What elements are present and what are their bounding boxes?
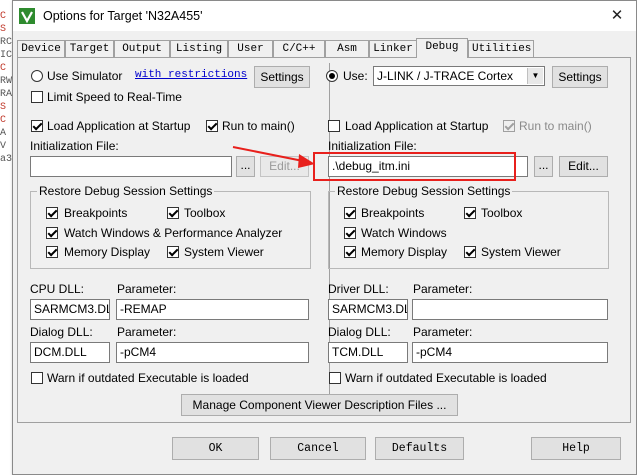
tab-linker[interactable]: Linker	[369, 40, 417, 57]
use-target-label: Use:	[343, 69, 368, 83]
cpu-dll-label: CPU DLL:	[30, 282, 85, 296]
system-viewer-label-left: System Viewer	[184, 245, 264, 259]
use-target-radio[interactable]	[326, 70, 338, 82]
breakpoints-checkbox-right[interactable]	[344, 207, 356, 219]
init-file-label-left: Initialization File:	[30, 139, 119, 153]
ok-button[interactable]: OK	[172, 437, 259, 460]
init-file-input-left[interactable]	[30, 156, 232, 177]
warn-outdated-checkbox-right[interactable]	[329, 372, 341, 384]
title-bar: Options for Target 'N32A455' ✕	[13, 1, 636, 31]
toolbox-label-right: Toolbox	[481, 206, 523, 220]
warn-outdated-label-right: Warn if outdated Executable is loaded	[345, 371, 547, 385]
restore-group-title-right: Restore Debug Session Settings	[335, 184, 513, 198]
help-button[interactable]: Help	[531, 437, 621, 460]
warn-outdated-checkbox-left[interactable]	[31, 372, 43, 384]
load-app-checkbox-right[interactable]	[328, 120, 340, 132]
run-to-main-checkbox-right[interactable]	[503, 120, 515, 132]
watch-windows-checkbox-right[interactable]	[344, 227, 356, 239]
with-restrictions-link[interactable]: with restrictions	[135, 69, 247, 81]
toolbox-checkbox-right[interactable]	[464, 207, 476, 219]
tab-strip: Device Target Output Listing User C/C++ …	[17, 38, 617, 58]
tab-asm[interactable]: Asm	[325, 40, 369, 57]
load-app-label-left: Load Application at Startup	[47, 119, 191, 133]
system-viewer-checkbox-left[interactable]	[167, 246, 179, 258]
memory-display-checkbox-left[interactable]	[46, 246, 58, 258]
dialog-dll-label-right: Dialog DLL:	[328, 325, 391, 339]
warn-outdated-label-left: Warn if outdated Executable is loaded	[47, 371, 249, 385]
dialog-dll-param-input-left[interactable]: -pCM4	[116, 342, 309, 363]
tab-user[interactable]: User	[228, 40, 273, 57]
memory-display-label-left: Memory Display	[64, 245, 151, 259]
cpu-dll-param-input[interactable]: -REMAP	[116, 299, 309, 320]
target-driver-value: J-LINK / J-TRACE Cortex	[377, 69, 514, 83]
use-simulator-label: Use Simulator	[47, 69, 123, 83]
run-to-main-label-left: Run to main()	[222, 119, 295, 133]
system-viewer-label-right: System Viewer	[481, 245, 561, 259]
app-icon	[19, 8, 35, 24]
tab-debug[interactable]: Debug	[416, 38, 468, 58]
system-viewer-checkbox-right[interactable]	[464, 246, 476, 258]
tab-output[interactable]: Output	[114, 40, 170, 57]
driver-dll-param-label: Parameter:	[413, 282, 473, 296]
dialog-dll-param-label-left: Parameter:	[117, 325, 177, 339]
chevron-down-icon: ▼	[527, 68, 543, 84]
driver-dll-input[interactable]: SARMCM3.DLL	[328, 299, 408, 320]
use-simulator-radio[interactable]	[31, 70, 43, 82]
memory-display-label-right: Memory Display	[361, 245, 448, 259]
init-file-label-right: Initialization File:	[328, 139, 417, 153]
watch-windows-checkbox-left[interactable]	[46, 227, 58, 239]
init-file-edit-right[interactable]: Edit...	[559, 156, 608, 177]
tab-target[interactable]: Target	[65, 40, 114, 57]
breakpoints-label-right: Breakpoints	[361, 206, 425, 220]
load-app-label-right: Load Application at Startup	[345, 119, 489, 133]
run-to-main-checkbox-left[interactable]	[206, 120, 218, 132]
target-driver-select[interactable]: J-LINK / J-TRACE Cortex ▼	[373, 66, 545, 86]
watch-windows-label-left: Watch Windows & Performance Analyzer	[64, 226, 283, 240]
breakpoints-label-left: Breakpoints	[64, 206, 128, 220]
load-app-checkbox-left[interactable]	[31, 120, 43, 132]
tab-utilities[interactable]: Utilities	[468, 40, 534, 57]
driver-dll-label: Driver DLL:	[328, 282, 389, 296]
annotation-highlight-box	[313, 152, 516, 181]
annotation-arrow-icon	[232, 146, 315, 168]
breakpoints-checkbox-left[interactable]	[46, 207, 58, 219]
defaults-button[interactable]: Defaults	[375, 437, 464, 460]
window-title: Options for Target 'N32A455'	[43, 9, 203, 23]
tab-c-cpp[interactable]: C/C++	[273, 40, 325, 57]
dialog-dll-label-left: Dialog DLL:	[30, 325, 93, 339]
init-file-browse-right[interactable]: ...	[534, 156, 553, 177]
restore-group-title-left: Restore Debug Session Settings	[37, 184, 215, 198]
tab-device[interactable]: Device	[17, 40, 65, 57]
manage-component-viewer-button[interactable]: Manage Component Viewer Description File…	[181, 394, 458, 416]
dialog-dll-param-label-right: Parameter:	[413, 325, 473, 339]
close-icon[interactable]: ✕	[606, 5, 628, 27]
limit-speed-label: Limit Speed to Real-Time	[47, 90, 182, 104]
dialog-dll-input-left[interactable]: DCM.DLL	[30, 342, 110, 363]
dialog-dll-param-input-right[interactable]: -pCM4	[412, 342, 608, 363]
simulator-settings-button[interactable]: Settings	[254, 66, 310, 88]
toolbox-label-left: Toolbox	[184, 206, 226, 220]
run-to-main-label-right: Run to main()	[519, 119, 592, 133]
options-dialog: Options for Target 'N32A455' ✕ Device Ta…	[12, 0, 637, 475]
toolbox-checkbox-left[interactable]	[167, 207, 179, 219]
tab-listing[interactable]: Listing	[170, 40, 228, 57]
limit-speed-checkbox[interactable]	[31, 91, 43, 103]
dialog-dll-input-right[interactable]: TCM.DLL	[328, 342, 408, 363]
target-settings-button[interactable]: Settings	[552, 66, 608, 88]
driver-dll-param-input[interactable]	[412, 299, 608, 320]
cpu-dll-input[interactable]: SARMCM3.DLL	[30, 299, 110, 320]
memory-display-checkbox-right[interactable]	[344, 246, 356, 258]
cancel-button[interactable]: Cancel	[270, 437, 366, 460]
cpu-dll-param-label: Parameter:	[117, 282, 177, 296]
watch-windows-label-right: Watch Windows	[361, 226, 447, 240]
